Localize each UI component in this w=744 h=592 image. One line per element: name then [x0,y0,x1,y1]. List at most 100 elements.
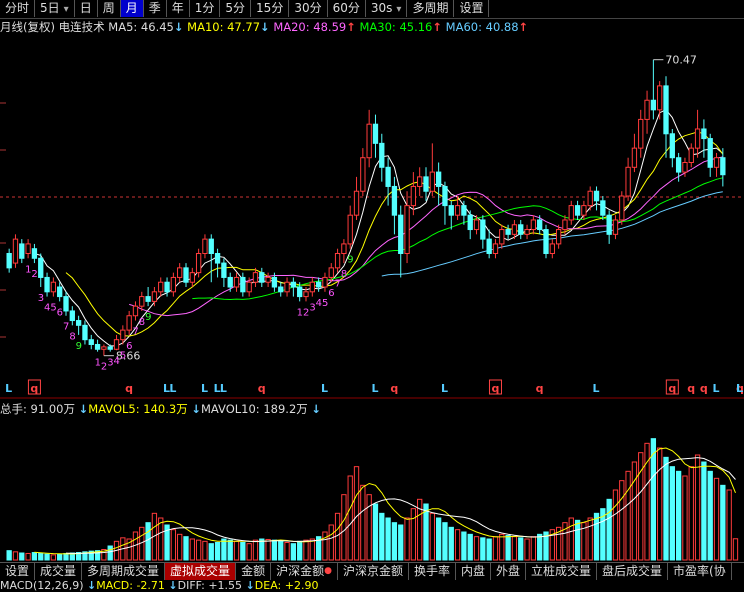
candle-body [423,176,429,192]
sequence-count-label: 5 [120,350,126,361]
candle-body [6,252,12,269]
volume-bar [391,522,398,561]
volume-bar [240,542,246,561]
volume-bar [360,484,366,561]
candle-body [720,157,726,176]
sequence-count-label: 6 [126,341,132,352]
volume-bar [398,524,404,561]
indicator-tab-label: 换手率 [413,564,450,578]
volume-bar [322,531,328,561]
volume-bar [612,489,619,561]
volume-bar [713,477,720,561]
sequence-count-label: 2 [31,269,37,280]
candle-body [214,252,221,264]
volume-bar [6,550,12,561]
candle-body [372,123,379,144]
dea-arrow-icon: ↓ [245,579,255,592]
volume-bar [650,438,657,561]
volume-bar [606,498,612,561]
indicator-tab-2[interactable]: 多周期成交量 [82,563,166,580]
volume-bar [170,529,177,561]
candle-body [315,281,322,288]
indicator-tab-6[interactable]: 沪深京金额 [338,563,409,580]
candle-body [177,267,183,278]
indicator-tab-3[interactable]: 虚拟成交量 [165,563,237,580]
candle-body [75,320,82,326]
macd-value: MACD: -2.71 [96,579,165,592]
indicator-tab-0[interactable]: 设置 [0,563,36,580]
indicator-tab-1[interactable]: 成交量 [35,563,83,580]
candle-body [189,272,195,283]
indicator-tab-10[interactable]: 立桩成交量 [526,563,598,580]
indicator-tab-4[interactable]: 金额 [236,563,272,580]
volume-bar [12,551,19,561]
volume-bar [341,494,347,561]
indicator-tab-7[interactable]: 换手率 [409,563,456,580]
candle-body [543,229,549,254]
volume-bar [707,470,713,561]
indicator-tab-8[interactable]: 内盘 [456,563,491,580]
macd-legend: MACD(12,26,9) ↓MACD: -2.71 ↓DIFF: +1.55 … [0,580,318,592]
indicator-tab-12[interactable]: 市盈率(协 [668,563,732,580]
candle-body [492,243,499,254]
signal-label: q [491,382,499,395]
signal-label: L [371,382,378,395]
volume-bar [505,535,511,561]
indicator-tab-5[interactable]: 沪深金额● [271,563,338,580]
candle-body [631,147,638,168]
indicator-tab-label: 内盘 [460,564,485,578]
candle-body [50,281,57,293]
sequence-count-label: 9 [76,341,82,352]
candle-body [94,343,101,350]
kline-chart[interactable]: 70.478.661 234 5 67891 2 3 4 567891 2 3 45678 9L q q L… [0,0,744,592]
candle-body [587,190,593,207]
candle-body [435,171,442,187]
indicator-tab-label: 虚拟成交量 [170,564,231,578]
signal-label: q [536,382,544,395]
diff-value: DIFF: +1.55 [177,579,243,592]
volume-bar [518,537,524,561]
candle-body [366,123,372,159]
macd-label: MACD(12,26,9) [0,579,84,592]
volume-bar [511,536,518,561]
candle-body [537,219,543,231]
volume-bar [158,517,164,561]
candle-body [694,128,701,149]
candle-body [606,214,612,235]
candle-body [625,166,631,197]
candle-body [284,281,290,293]
candle-body [505,229,511,235]
candle-body [675,157,682,173]
volume-bar [574,519,581,561]
volume-bar [694,454,701,561]
candle-body [568,205,574,221]
candle-body [669,133,675,159]
candle-body [524,229,530,235]
macd-arrow-icon: ↓ [87,579,97,592]
candle-body [461,205,467,216]
candle-body [682,162,688,173]
candle-body [126,315,132,331]
candle-body [448,205,454,216]
volume-bar [145,522,151,561]
volume-bar [499,533,505,561]
candle-body [227,276,233,288]
candle-body [139,296,145,307]
candle-body [12,238,19,264]
volume-bar [663,456,669,561]
volume-bar [189,538,195,561]
candle-body [271,276,278,288]
signal-label: q [30,382,38,395]
candle-body [650,99,657,111]
candle-body [259,272,265,283]
candle-body [360,157,366,192]
indicator-tab-11[interactable]: 盘后成交量 [597,563,669,580]
volume-bar [44,553,50,561]
candle-body [341,243,347,254]
indicator-tab-9[interactable]: 外盘 [491,563,527,580]
candle-body [562,219,568,231]
candle-body [499,229,505,245]
volume-bar [682,475,688,561]
volume-bar [448,526,454,561]
dea-value: DEA: +2.90 [254,579,319,592]
